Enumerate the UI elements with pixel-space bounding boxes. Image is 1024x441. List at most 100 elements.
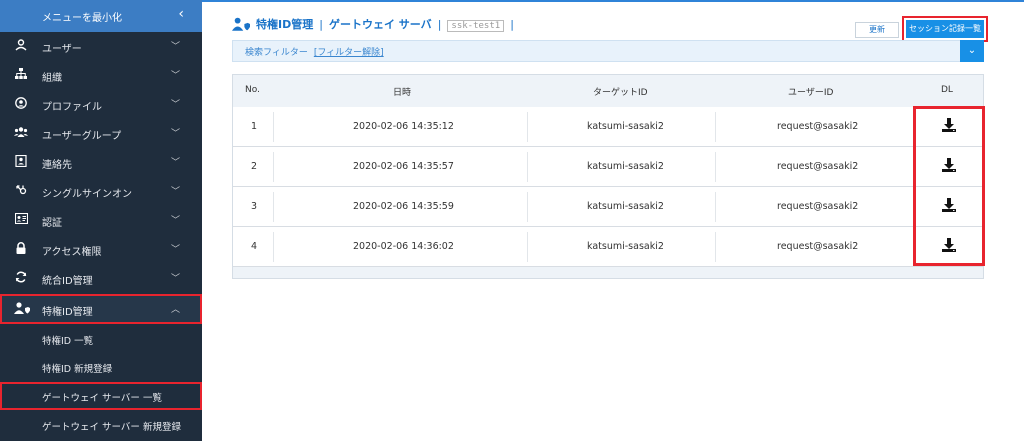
column-header-no: No. bbox=[245, 85, 260, 95]
chevron-down-icon: ﹀ bbox=[170, 187, 180, 197]
cell-user-id: request@sasaki2 bbox=[777, 161, 859, 172]
org-chart-icon bbox=[14, 68, 28, 82]
user-shield-icon bbox=[232, 16, 250, 31]
cell-no: 1 bbox=[251, 121, 258, 132]
filter-label-text: 検索フィルター bbox=[245, 48, 308, 58]
column-header-user-id: ユーザーID bbox=[788, 88, 834, 98]
cell-datetime: 2020-02-06 14:35:12 bbox=[353, 121, 454, 132]
sidebar-item-label: プロファイル bbox=[42, 102, 102, 113]
sidebar-subitem-label: ゲートウェイ サーバー 一覧 bbox=[42, 393, 162, 404]
top-accent-line bbox=[202, 0, 1024, 2]
sidebar-item-integrated-id[interactable]: 統合ID管理 ﹀ bbox=[0, 264, 202, 293]
column-divider bbox=[273, 192, 274, 222]
table-header: No. 日時 ターゲットID ユーザーID DL bbox=[233, 75, 983, 107]
sidebar-item-label: シングルサインオン bbox=[42, 189, 132, 200]
sidebar-minimize-button[interactable]: メニューを最小化 ‹ bbox=[0, 0, 202, 32]
sidebar-item-contacts[interactable]: 連絡先 ﹀ bbox=[0, 148, 202, 177]
cell-no: 4 bbox=[251, 241, 258, 252]
column-divider bbox=[273, 152, 274, 182]
user-shield-icon bbox=[14, 302, 30, 316]
table-footer bbox=[233, 267, 983, 278]
sidebar: メニューを最小化 ‹ ユーザー ﹀ 組織 ﹀ プロファイル ﹀ ユーザーグループ… bbox=[0, 0, 202, 441]
sso-icon bbox=[14, 184, 28, 198]
sidebar-item-authentication[interactable]: 認証 ﹀ bbox=[0, 206, 202, 235]
sidebar-item-profile[interactable]: プロファイル ﹀ bbox=[0, 90, 202, 119]
cell-target-id: katsumi-sasaki2 bbox=[587, 241, 664, 252]
column-header-datetime: 日時 bbox=[393, 88, 412, 98]
chevron-left-icon: ‹ bbox=[178, 6, 184, 22]
breadcrumb-separator: | bbox=[319, 18, 323, 31]
session-records-table: No. 日時 ターゲットID ユーザーID DL 1 2020-02-06 14… bbox=[232, 74, 984, 279]
cell-datetime: 2020-02-06 14:36:02 bbox=[353, 241, 454, 252]
column-divider bbox=[527, 192, 528, 222]
chevron-down-icon: ﹀ bbox=[170, 129, 180, 139]
column-divider bbox=[527, 112, 528, 142]
sidebar-subitem-gateway-server-list[interactable]: ゲートウェイ サーバー 一覧 bbox=[0, 382, 202, 410]
breadcrumb-title: 特権ID管理 bbox=[256, 18, 314, 31]
sidebar-item-label: ユーザー bbox=[42, 44, 82, 55]
sidebar-item-access-rights[interactable]: アクセス権限 ﹀ bbox=[0, 235, 202, 264]
sidebar-item-label: 組織 bbox=[42, 73, 62, 84]
chevron-down-icon: ﹀ bbox=[170, 42, 180, 52]
refresh-button[interactable]: 更新 bbox=[855, 22, 899, 38]
chevron-down-icon: ﹀ bbox=[170, 100, 180, 110]
cell-user-id: request@sasaki2 bbox=[777, 201, 859, 212]
sidebar-item-label: 認証 bbox=[42, 218, 62, 229]
column-divider bbox=[527, 152, 528, 182]
cell-target-id: katsumi-sasaki2 bbox=[587, 161, 664, 172]
sidebar-subitem-privileged-id-list[interactable]: 特権ID 一覧 bbox=[0, 325, 202, 353]
sidebar-minimize-label: メニューを最小化 bbox=[42, 13, 122, 24]
chevron-down-icon: ﹀ bbox=[170, 274, 180, 284]
cell-no: 3 bbox=[251, 201, 258, 212]
chevron-down-icon: ⌄ bbox=[967, 45, 977, 56]
sidebar-item-label: ユーザーグループ bbox=[42, 131, 122, 142]
column-divider bbox=[715, 232, 716, 262]
session-button-highlight: セッション記録一覧 bbox=[902, 16, 988, 42]
column-divider bbox=[273, 112, 274, 142]
sidebar-subitem-gateway-server-new[interactable]: ゲートウェイ サーバー 新規登録 bbox=[0, 411, 202, 439]
sidebar-item-users[interactable]: ユーザー ﹀ bbox=[0, 32, 202, 61]
sidebar-item-sso[interactable]: シングルサインオン ﹀ bbox=[0, 177, 202, 206]
sidebar-item-organization[interactable]: 組織 ﹀ bbox=[0, 61, 202, 90]
sidebar-item-label: アクセス権限 bbox=[42, 247, 102, 258]
filter-label: 検索フィルター [フィルター解除] bbox=[245, 45, 384, 58]
id-card-icon bbox=[14, 212, 28, 227]
chevron-down-icon: ﹀ bbox=[170, 216, 180, 226]
profile-icon bbox=[14, 97, 28, 111]
cell-datetime: 2020-02-06 14:35:57 bbox=[353, 161, 454, 172]
sync-icon bbox=[14, 271, 28, 285]
session-records-button[interactable]: セッション記録一覧 bbox=[906, 20, 984, 38]
sidebar-item-label: 統合ID管理 bbox=[42, 276, 93, 287]
column-header-dl: DL bbox=[941, 85, 953, 95]
sidebar-subitem-label: ゲートウェイ サーバー 新規登録 bbox=[42, 422, 181, 433]
sidebar-subitem-label: 特権ID 一覧 bbox=[42, 336, 94, 347]
sidebar-subitem-privileged-id-new[interactable]: 特権ID 新規登録 bbox=[0, 353, 202, 381]
column-divider bbox=[273, 232, 274, 262]
user-icon bbox=[14, 39, 28, 53]
sidebar-item-privileged-id[interactable]: 特権ID管理 ︿ bbox=[0, 294, 202, 324]
page-title: 特権ID管理 | ゲートウェイ サーバ | ssk-test1 | bbox=[256, 16, 520, 32]
breadcrumb-separator: | bbox=[437, 18, 442, 31]
cell-datetime: 2020-02-06 14:35:59 bbox=[353, 201, 454, 212]
lock-icon bbox=[14, 242, 28, 256]
cell-target-id: katsumi-sasaki2 bbox=[587, 201, 664, 212]
sidebar-item-user-groups[interactable]: ユーザーグループ ﹀ bbox=[0, 119, 202, 148]
sidebar-subitem-label: 特権ID 新規登録 bbox=[42, 364, 113, 375]
column-header-target-id: ターゲットID bbox=[593, 88, 648, 98]
table-row: 1 2020-02-06 14:35:12 katsumi-sasaki2 re… bbox=[233, 107, 983, 147]
column-divider bbox=[715, 112, 716, 142]
chevron-down-icon: ﹀ bbox=[170, 158, 180, 168]
column-divider bbox=[715, 152, 716, 182]
clear-filter-link[interactable]: [フィルター解除] bbox=[314, 48, 384, 58]
cell-user-id: request@sasaki2 bbox=[777, 121, 859, 132]
table-row: 2 2020-02-06 14:35:57 katsumi-sasaki2 re… bbox=[233, 147, 983, 187]
filter-toggle-button[interactable]: ⌄ bbox=[960, 40, 984, 62]
search-filter-bar: 検索フィルター [フィルター解除] ⌄ bbox=[232, 40, 984, 62]
column-divider bbox=[527, 232, 528, 262]
column-divider bbox=[715, 192, 716, 222]
chevron-down-icon: ﹀ bbox=[170, 245, 180, 255]
table-row: 3 2020-02-06 14:35:59 katsumi-sasaki2 re… bbox=[233, 187, 983, 227]
sidebar-item-label: 連絡先 bbox=[42, 160, 72, 171]
chevron-down-icon: ﹀ bbox=[170, 71, 180, 81]
users-group-icon bbox=[14, 126, 28, 140]
